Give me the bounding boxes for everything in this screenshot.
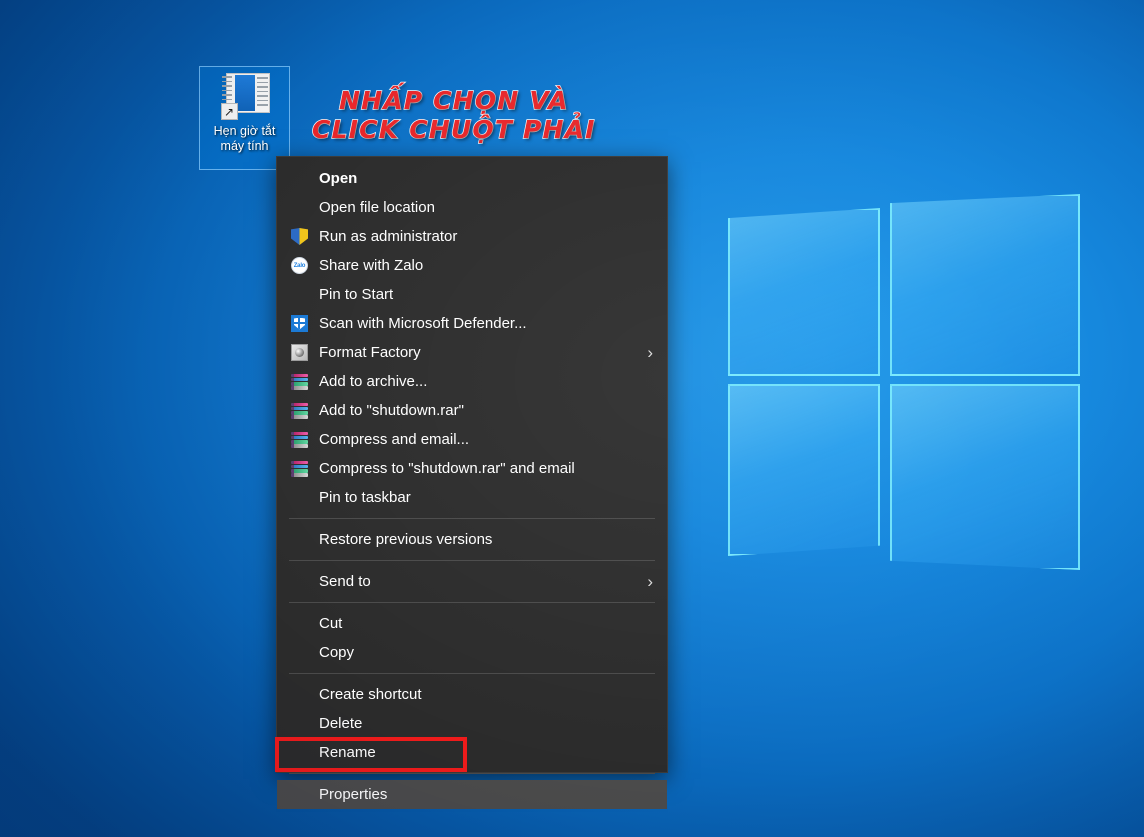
menu-item-create-shortcut[interactable]: Create shortcut [277, 680, 667, 709]
defender-shield-icon-glyph [291, 315, 308, 332]
menu-item-pin-to-start[interactable]: Pin to Start [277, 280, 667, 309]
menu-item-label: Rename [319, 744, 376, 761]
menu-item-copy[interactable]: Copy [277, 638, 667, 667]
menu-item-compress-and-email[interactable]: Compress and email... [277, 425, 667, 454]
menu-item-scan-with-microsoft-defender[interactable]: Scan with Microsoft Defender... [277, 309, 667, 338]
menu-item-label: Add to archive... [319, 373, 428, 390]
menu-item-add-to-shutdown-rar[interactable]: Add to "shutdown.rar" [277, 396, 667, 425]
menu-item-open[interactable]: Open [277, 164, 667, 193]
menu-item-label: Compress to "shutdown.rar" and email [319, 460, 575, 477]
menu-item-label: Create shortcut [319, 686, 422, 703]
menu-item-label: Format Factory [319, 344, 421, 361]
uac-shield-icon [291, 228, 319, 245]
menu-item-cut[interactable]: Cut [277, 609, 667, 638]
menu-item-add-to-archive[interactable]: Add to archive... [277, 367, 667, 396]
menu-item-label: Open [319, 170, 358, 187]
windows-logo-wallpaper [718, 186, 1090, 570]
menu-item-pin-to-taskbar[interactable]: Pin to taskbar [277, 483, 667, 512]
chevron-right-icon: › [647, 571, 653, 591]
winrar-icon-glyph [291, 431, 308, 448]
uac-shield-icon-glyph [291, 228, 308, 245]
menu-separator [289, 773, 655, 774]
menu-item-delete[interactable]: Delete [277, 709, 667, 738]
menu-item-rename[interactable]: Rename [277, 738, 667, 767]
menu-item-label: Scan with Microsoft Defender... [319, 315, 527, 332]
logo-pane-bottom-left [728, 384, 880, 556]
annotation-line-2: CLICK CHUỘT PHẢI [311, 114, 596, 144]
chevron-right-icon: › [647, 342, 653, 362]
document-lines-right [256, 77, 269, 109]
menu-item-send-to[interactable]: Send to › [277, 567, 667, 596]
desktop-shortcut-hen-gio-tat-may-tinh[interactable]: ↗ Hẹn giờ tắt máy tính [199, 66, 290, 170]
menu-item-run-as-administrator[interactable]: Run as administrator [277, 222, 667, 251]
winrar-icon-glyph [291, 402, 308, 419]
menu-item-open-file-location[interactable]: Open file location [277, 193, 667, 222]
menu-item-label: Share with Zalo [319, 257, 424, 274]
menu-item-label: Copy [319, 644, 355, 661]
defender-shield-icon [291, 315, 319, 332]
menu-item-label: Pin to taskbar [319, 489, 411, 506]
document-blue-block [234, 75, 255, 111]
menu-item-label: Run as administrator [319, 228, 458, 245]
document-icon: ↗ [220, 73, 270, 120]
shortcut-arrow-icon: ↗ [220, 103, 238, 120]
menu-item-label: Pin to Start [319, 286, 394, 303]
menu-item-properties[interactable]: Properties [277, 780, 667, 809]
winrar-icon [291, 373, 319, 390]
menu-item-share-with-zalo[interactable]: Zalo Share with Zalo [277, 251, 667, 280]
format-factory-icon-glyph [291, 344, 308, 361]
menu-item-label: Restore previous versions [319, 531, 493, 548]
menu-item-label: Cut [319, 615, 343, 632]
zalo-icon: Zalo [291, 257, 319, 274]
zalo-icon-glyph: Zalo [291, 257, 308, 274]
winrar-icon [291, 431, 319, 448]
menu-item-label: Open file location [319, 199, 435, 216]
winrar-icon [291, 460, 319, 477]
winrar-icon [291, 402, 319, 419]
context-menu[interactable]: Open Open file location Run as administrat… [276, 156, 668, 809]
desktop-icon-label: Hẹn giờ tắt máy tính [213, 124, 276, 153]
logo-pane-top-left [728, 208, 880, 376]
menu-separator [289, 560, 655, 561]
menu-item-label: Add to "shutdown.rar" [319, 402, 464, 419]
menu-item-label: Delete [319, 715, 363, 732]
menu-item-label: Send to [319, 573, 371, 590]
winrar-icon-glyph [291, 373, 308, 390]
menu-item-label: Properties [319, 786, 388, 803]
menu-item-label: Compress and email... [319, 431, 470, 448]
format-factory-icon [291, 344, 319, 361]
annotation-text: NHẤP CHỌN VÀ CLICK CHUỘT PHẢI [311, 85, 596, 144]
logo-pane-top-right [890, 194, 1080, 376]
menu-item-format-factory[interactable]: Format Factory › [277, 338, 667, 367]
winrar-icon-glyph [291, 460, 308, 477]
menu-separator [289, 673, 655, 674]
annotation-line-1: NHẤP CHỌN VÀ [338, 85, 569, 115]
logo-pane-bottom-right [890, 384, 1080, 570]
menu-item-restore-previous-versions[interactable]: Restore previous versions [277, 525, 667, 554]
menu-item-compress-to-shutdown-rar-and-email[interactable]: Compress to "shutdown.rar" and email [277, 454, 667, 483]
menu-separator [289, 602, 655, 603]
desktop[interactable]: ↗ Hẹn giờ tắt máy tính NHẤP CHỌN VÀ CLICK… [0, 0, 1144, 837]
menu-separator [289, 518, 655, 519]
